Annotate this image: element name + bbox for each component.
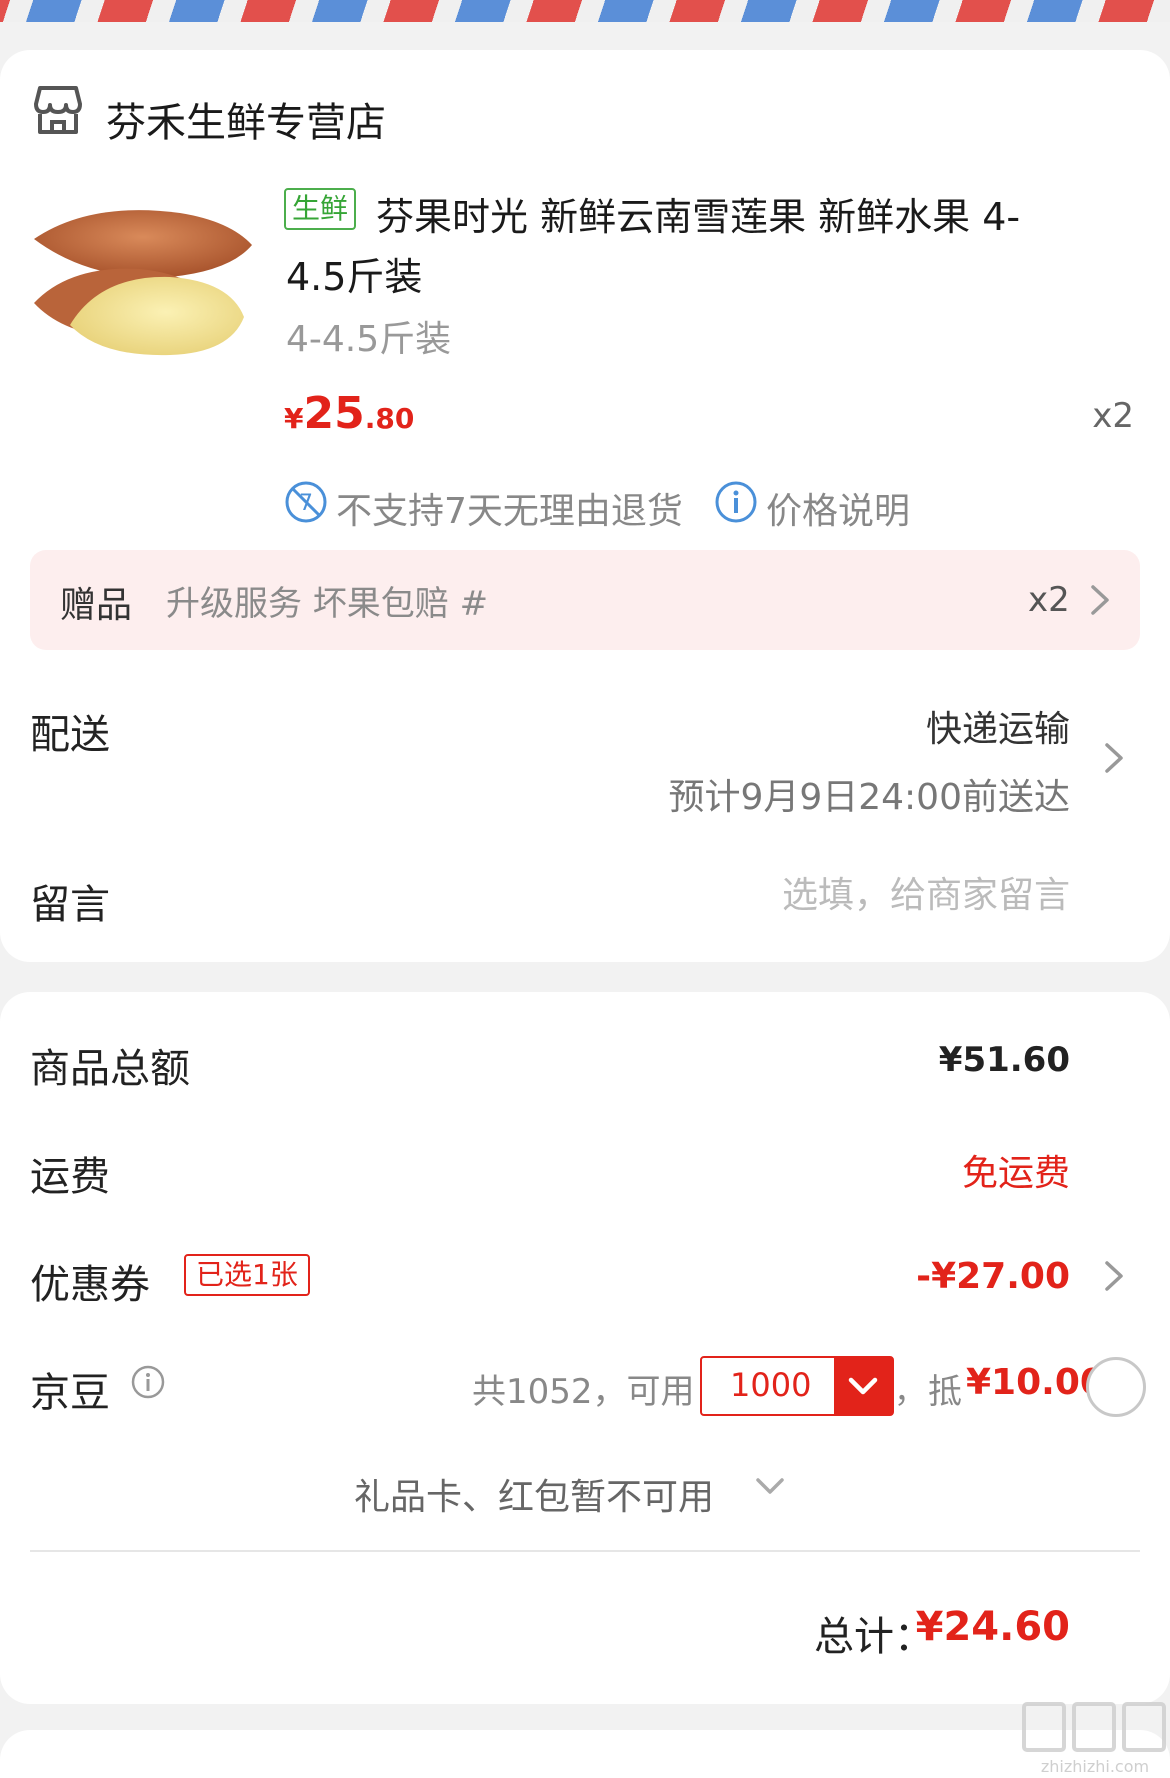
jd-beans-radio[interactable] <box>1086 1357 1146 1417</box>
chevron-right-icon[interactable] <box>1102 1258 1126 1294</box>
service-note[interactable]: 不支持7天无理由退货 <box>336 482 683 534</box>
jd-beans-total: 共1052，可用 <box>472 1372 695 1412</box>
gift-label: 赠品 <box>60 585 133 626</box>
jd-beans-label: 京豆 <box>30 1370 110 1416</box>
delivery-eta[interactable]: 预计9月9日24:00前送达 <box>668 768 1070 820</box>
chevron-right-icon[interactable] <box>1102 740 1126 776</box>
chevron-down-icon <box>848 1377 878 1395</box>
next-card <box>0 1730 1170 1778</box>
message-input[interactable] <box>600 868 1070 922</box>
price-explain-link[interactable]: 价格说明 <box>766 482 910 534</box>
subtotal-label: 商品总额 <box>30 1046 190 1092</box>
coupon-value[interactable]: -¥27.00 <box>916 1256 1070 1297</box>
coupon-label[interactable]: 优惠券 <box>30 1252 150 1310</box>
watermark-logo: zhizhizhi.com <box>1022 1702 1166 1776</box>
subtotal-value: ¥51.60 <box>938 1040 1070 1080</box>
shipping-value: 免运费 <box>961 1153 1070 1194</box>
giftcard-unavailable-note[interactable]: 礼品卡、红包暂不可用 <box>354 1468 714 1520</box>
coupon-badge: 已选1张 <box>184 1254 310 1296</box>
no-return-icon: 7 <box>285 481 327 523</box>
price-currency: ¥ <box>284 402 304 435</box>
jd-beans-separator: ， <box>894 1372 927 1410</box>
divider <box>30 1550 1140 1552</box>
message-label: 留言 <box>30 882 110 928</box>
delivery-method[interactable]: 快递运输 <box>926 700 1070 752</box>
shipping-label: 运费 <box>30 1154 110 1200</box>
chevron-right-icon[interactable] <box>1088 582 1112 618</box>
jd-beans-deduct-value: ¥10.00 <box>966 1362 1105 1403</box>
product-quantity: x2 <box>1092 396 1134 436</box>
product-title[interactable]: 芬果时光 新鲜云南雪莲果 新鲜水果 4- <box>376 186 1020 241</box>
info-icon[interactable] <box>130 1364 166 1400</box>
product-image[interactable] <box>30 205 260 390</box>
fresh-tag: 生鲜 <box>284 188 357 230</box>
price-decimal: .80 <box>364 402 415 435</box>
jd-beans-selected-value[interactable]: 1000 <box>730 1366 811 1404</box>
store-icon <box>34 86 82 134</box>
jd-beans-dropdown-button[interactable] <box>834 1358 892 1414</box>
info-icon[interactable] <box>714 480 758 524</box>
jd-beans-deduct-label: 抵 <box>928 1372 962 1412</box>
product-spec: 4-4.5斤装 <box>286 319 452 360</box>
product-title-line2[interactable]: 4.5斤装 <box>286 246 422 301</box>
order-summary-card <box>0 992 1170 1704</box>
gift-quantity: x2 <box>1028 580 1070 620</box>
price-integer: 25 <box>303 388 365 439</box>
delivery-label: 配送 <box>30 712 110 758</box>
gift-description: 升级服务 坏果包赔 # <box>166 584 489 624</box>
product-price: ¥25.80 <box>284 388 414 439</box>
address-envelope-stripe <box>0 0 1170 22</box>
total-value: ¥24.60 <box>915 1604 1070 1650</box>
chevron-down-icon[interactable] <box>752 1474 788 1500</box>
watermark-text: zhizhizhi.com <box>1041 1757 1149 1776</box>
store-name[interactable]: 芬禾生鲜专营店 <box>106 90 386 148</box>
